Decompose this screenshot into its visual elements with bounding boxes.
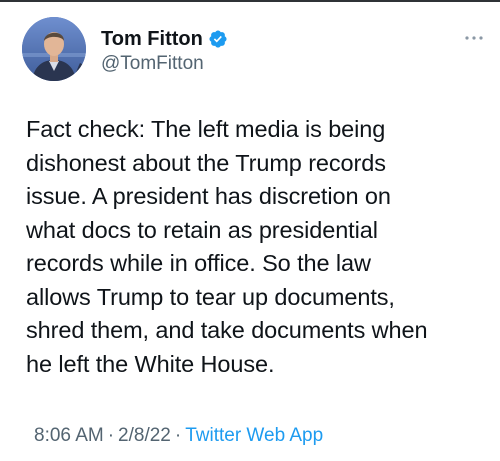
- tweet-text-line: records while in office. So the law: [26, 250, 371, 276]
- tweet-text-line: issue. A president has discretion on: [26, 183, 391, 209]
- tweet-metadata: 8:06 AM · 2/8/22 · Twitter Web App: [34, 425, 323, 447]
- avatar[interactable]: [22, 17, 86, 81]
- tweet-time[interactable]: 8:06 AM: [34, 425, 104, 446]
- tweet-card: Tom Fitton @TomFitton Fact check: The le…: [0, 0, 500, 461]
- tweet-text-line: what docs to retain as presidential: [26, 216, 378, 243]
- meta-separator: ·: [174, 425, 182, 446]
- tweet-text-line: dishonest about the Trump records: [26, 149, 386, 176]
- tweet-text-line: Fact check: The left media is being: [26, 116, 386, 142]
- tweet-text: Fact check: The left media is being dish…: [26, 113, 496, 381]
- avatar-image: [22, 17, 86, 81]
- tweet-text-line: he left the White House.: [26, 350, 275, 377]
- tweet-text-line: shred them, and take documents when: [26, 317, 428, 343]
- tweet-date[interactable]: 2/8/22: [118, 425, 171, 446]
- verified-badge-icon: [208, 29, 228, 49]
- tweet-source-link[interactable]: Twitter Web App: [185, 425, 323, 446]
- author-name-row: Tom Fitton: [101, 26, 228, 52]
- author-handle[interactable]: @TomFitton: [101, 53, 204, 75]
- meta-separator: ·: [107, 425, 115, 446]
- tweet-text-line: allows Trump to tear up documents,: [26, 283, 395, 310]
- more-options-icon[interactable]: [462, 30, 486, 46]
- author-display-name[interactable]: Tom Fitton: [101, 28, 203, 51]
